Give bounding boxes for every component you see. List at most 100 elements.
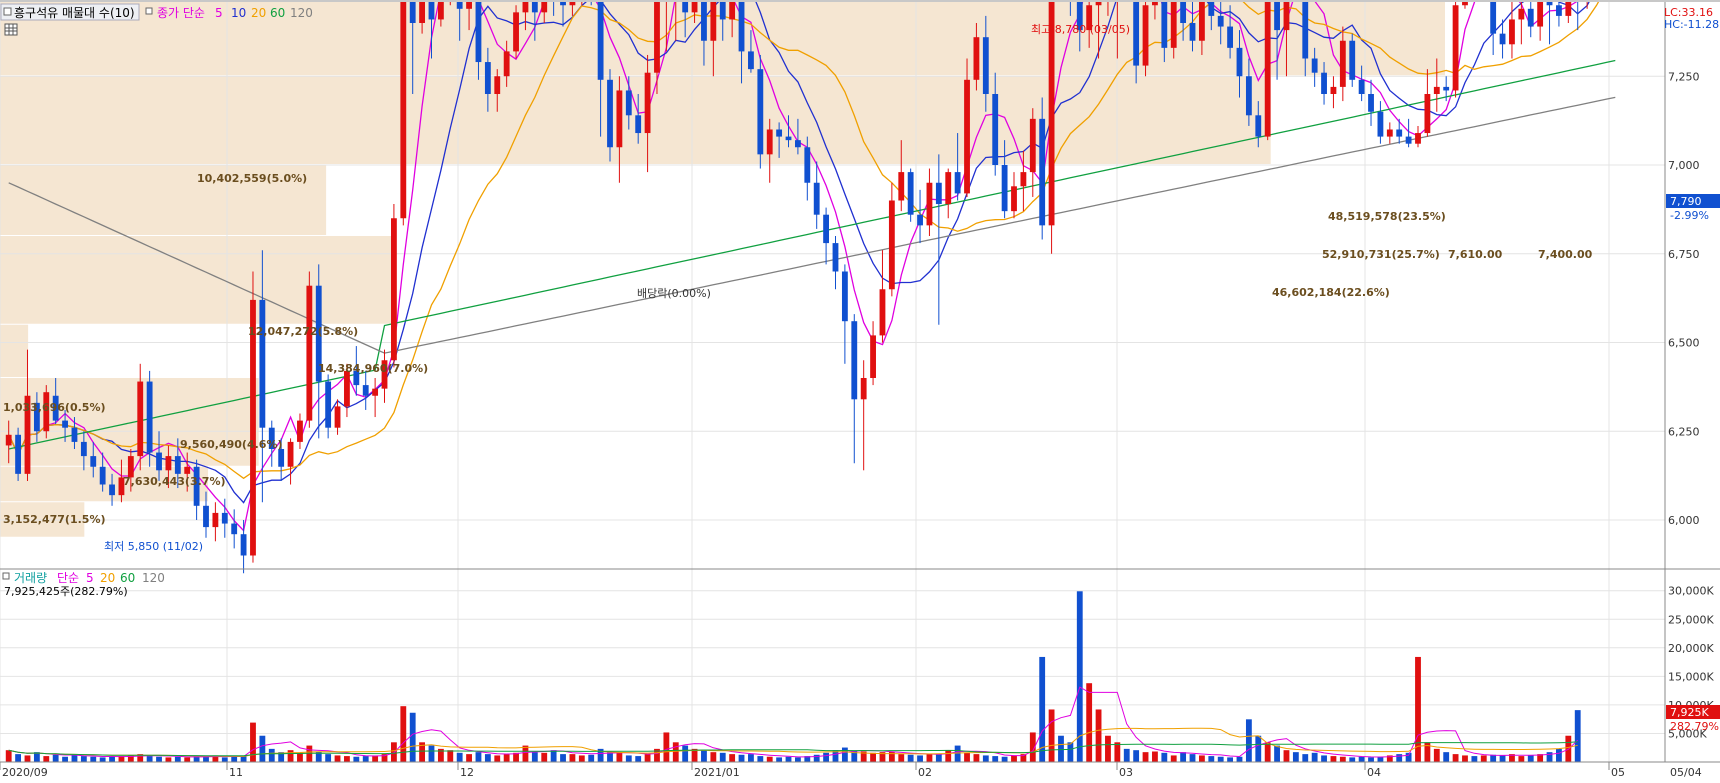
candle-body-101 (954, 172, 961, 194)
candle-body-138 (1302, 0, 1309, 59)
volume-bar-157 (1480, 755, 1487, 762)
volume-bar-62 (588, 754, 595, 762)
volume-bar-144 (1358, 756, 1365, 762)
volume-ma-title: 단순 (57, 571, 79, 585)
volume-title: 거래량 (14, 571, 47, 585)
chart-canvas[interactable]: 3,152,477(1.5%) 7,630,443(3.7%) 9,560,490(… (0, 0, 1720, 783)
candle-body-10 (99, 466, 106, 485)
profile-label-9: 10,402,559(5.0%) (197, 172, 307, 185)
low-annotation: 최저 5,850 (11/02) (104, 540, 203, 553)
volume-bar-142 (1339, 756, 1346, 762)
candle-body-17 (165, 456, 172, 471)
stock-chart[interactable]: 3,152,477(1.5%) 7,630,443(3.7%) 9,560,490(… (0, 0, 1720, 783)
ma-checkbox-icon[interactable] (145, 7, 153, 15)
candle-body-142 (1339, 40, 1346, 87)
volume-bar-127 (1198, 755, 1205, 762)
candle-body-89 (841, 271, 848, 322)
candle-body-78 (738, 0, 745, 52)
price-tick-2: 6,500 (1668, 337, 1700, 350)
volume-bar-10 (99, 757, 106, 762)
volume-bar-23 (221, 757, 228, 762)
volume-bar-52 (494, 755, 501, 762)
candle-body-108 (1020, 172, 1027, 187)
volume-bar-37 (353, 756, 360, 762)
volume-bar-153 (1443, 752, 1450, 762)
candle-body-6 (62, 420, 68, 428)
date-tick-4: 02 (918, 766, 932, 779)
volume-bar-132 (1245, 719, 1252, 762)
candle-body-11 (109, 484, 115, 496)
volume-bar-45 (428, 745, 435, 762)
candle-body-65 (616, 90, 623, 148)
volume-bar-4 (43, 756, 50, 762)
candle-body-42 (400, 0, 407, 219)
candle-body-8 (80, 441, 87, 457)
table-icon[interactable] (4, 23, 18, 36)
volume-bar-158 (1490, 754, 1497, 762)
candle-body-0 (5, 434, 12, 446)
candle-body-39 (372, 388, 379, 396)
volume-bar-7 (71, 755, 78, 762)
volume-checkbox-icon[interactable] (2, 572, 10, 580)
volume-bar-75 (710, 752, 717, 762)
volume-bar-162 (1527, 755, 1534, 762)
volume-bar-56 (531, 752, 538, 762)
candle-body-106 (1001, 165, 1008, 212)
candle-body-86 (813, 182, 820, 215)
ma-period-10: 10 (231, 6, 246, 20)
candle-body-144 (1358, 79, 1365, 94)
candle-body-43 (409, 0, 416, 23)
candle-body-34 (325, 381, 332, 428)
volume-bar-36 (344, 756, 350, 762)
candle-body-83 (785, 136, 792, 141)
candle-body-80 (757, 69, 764, 155)
volume-bar-21 (203, 756, 209, 762)
date-tick-7: 05 (1611, 766, 1625, 779)
candle-body-24 (231, 523, 238, 535)
candle-body-149 (1405, 136, 1412, 144)
candle-body-22 (212, 512, 219, 528)
candle-body-84 (794, 140, 801, 148)
volume-bar-148 (1396, 754, 1403, 762)
hc-label: HC:-11.28 (1664, 18, 1719, 31)
volume-bar-129 (1217, 756, 1224, 762)
candle-body-165 (1556, 5, 1562, 16)
candle-body-160 (1509, 19, 1515, 45)
volume-bar-94 (888, 751, 895, 762)
volume-bar-87 (823, 752, 830, 762)
volume-bar-95 (898, 754, 905, 762)
candle-body-82 (776, 129, 783, 137)
date-tick-last: 05/04 (1670, 766, 1702, 779)
volume-last-value: 7,925,425주(282.79%) (4, 585, 128, 598)
candle-body-15 (146, 381, 153, 453)
candle-body-46 (437, 0, 444, 20)
candle-body-145 (1368, 94, 1374, 112)
volume-bar-135 (1274, 745, 1280, 762)
candle-body-159 (1499, 33, 1506, 45)
volume-bar-137 (1292, 752, 1299, 762)
candle-body-91 (860, 378, 867, 400)
volume-bar-79 (748, 754, 754, 762)
volume-bar-31 (297, 752, 303, 762)
volume-bar-146 (1377, 756, 1384, 762)
last-volume: 7,925K (1670, 706, 1709, 719)
candle-body-25 (240, 534, 247, 556)
volume-bar-106 (1001, 756, 1008, 762)
candle-body-87 (823, 214, 830, 244)
volume-bar-98 (926, 754, 933, 762)
date-tick-0: 2020/09 (2, 766, 48, 779)
volume-bar-134 (1264, 742, 1271, 762)
profile-band-4 (0, 236, 394, 324)
candle-body-103 (973, 37, 980, 80)
volume-bar-97 (917, 755, 923, 762)
volume-bar-51 (484, 754, 491, 762)
title-checkbox-icon[interactable] (3, 7, 12, 16)
candle-body-96 (907, 172, 914, 215)
volume-bar-130 (1227, 757, 1234, 762)
volume-bar-34 (325, 754, 332, 762)
volume-bar-2 (24, 755, 31, 762)
candle-body-99 (935, 182, 942, 205)
date-tick-2: 12 (460, 766, 474, 779)
volume-bar-138 (1302, 754, 1309, 762)
date-tick-6: 04 (1367, 766, 1381, 779)
